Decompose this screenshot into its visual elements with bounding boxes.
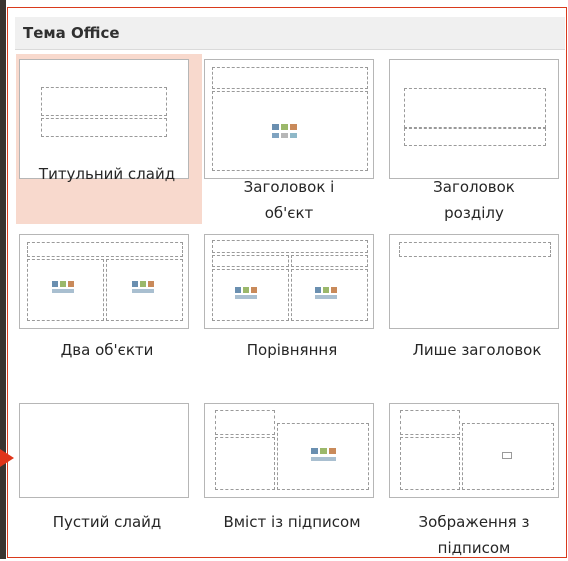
gallery-header: Тема Office <box>15 17 565 50</box>
content-icons-icon <box>311 448 343 464</box>
layout-label: Пустий слайд <box>52 513 162 531</box>
layout-thumbnail <box>389 59 559 179</box>
content-icons-icon <box>52 281 84 297</box>
layout-thumbnail <box>204 59 374 179</box>
gallery-title: Тема Office <box>23 24 120 42</box>
layout-blank[interactable]: Пустий слайд <box>19 403 205 553</box>
left-heading-placeholder <box>212 255 289 267</box>
layout-thumbnail <box>19 59 189 179</box>
layout-label: Заголовок розділу <box>433 178 515 222</box>
caption-title-placeholder <box>215 410 275 435</box>
layout-content-with-caption[interactable]: Вміст із підписом <box>204 403 390 553</box>
layout-title-slide[interactable]: Титульний слайд <box>16 54 205 229</box>
right-heading-placeholder <box>291 255 368 267</box>
title-placeholder <box>399 242 551 257</box>
layout-thumbnail <box>204 234 374 329</box>
layout-label: Заголовок і об'єкт <box>243 178 335 222</box>
title-placeholder <box>212 67 368 89</box>
layout-thumbnail <box>19 403 189 498</box>
caption-text-placeholder <box>215 437 275 490</box>
layout-two-content[interactable]: Два об'єкти <box>19 234 205 364</box>
layout-title-only[interactable]: Лише заголовок <box>389 234 568 364</box>
title-placeholder <box>41 87 167 116</box>
layout-label: Вміст із підписом <box>223 513 361 531</box>
layout-comparison[interactable]: Порівняння <box>204 234 390 364</box>
layout-thumbnail <box>389 403 559 498</box>
picture-icon <box>502 452 512 459</box>
layout-label: Титульний слайд <box>38 165 176 183</box>
title-placeholder <box>27 242 183 257</box>
layout-label: Два об'єкти <box>60 341 154 359</box>
title-placeholder <box>404 88 546 128</box>
content-icons-icon <box>315 287 347 303</box>
layout-thumbnail <box>204 403 374 498</box>
pointer-arrow-icon <box>0 449 14 467</box>
layout-label: Порівняння <box>246 341 338 359</box>
content-icons-icon <box>235 287 267 303</box>
layout-label: Лише заголовок <box>412 341 542 359</box>
left-strip <box>0 0 6 559</box>
title-placeholder <box>212 240 368 253</box>
caption-text-placeholder <box>400 437 460 490</box>
layout-label: Зображення з підписом <box>418 513 530 557</box>
layout-section-header[interactable]: Заголовок розділу <box>389 59 568 229</box>
layout-thumbnail <box>19 234 189 329</box>
content-icons-icon <box>272 124 304 140</box>
content-icons-icon <box>132 281 164 297</box>
subtitle-placeholder <box>41 118 167 137</box>
layout-thumbnail <box>389 234 559 329</box>
layout-title-and-content[interactable]: Заголовок і об'єкт <box>204 59 390 229</box>
layout-picture-with-caption[interactable]: Зображення з підписом <box>389 403 568 557</box>
text-placeholder <box>404 128 546 146</box>
caption-title-placeholder <box>400 410 460 435</box>
